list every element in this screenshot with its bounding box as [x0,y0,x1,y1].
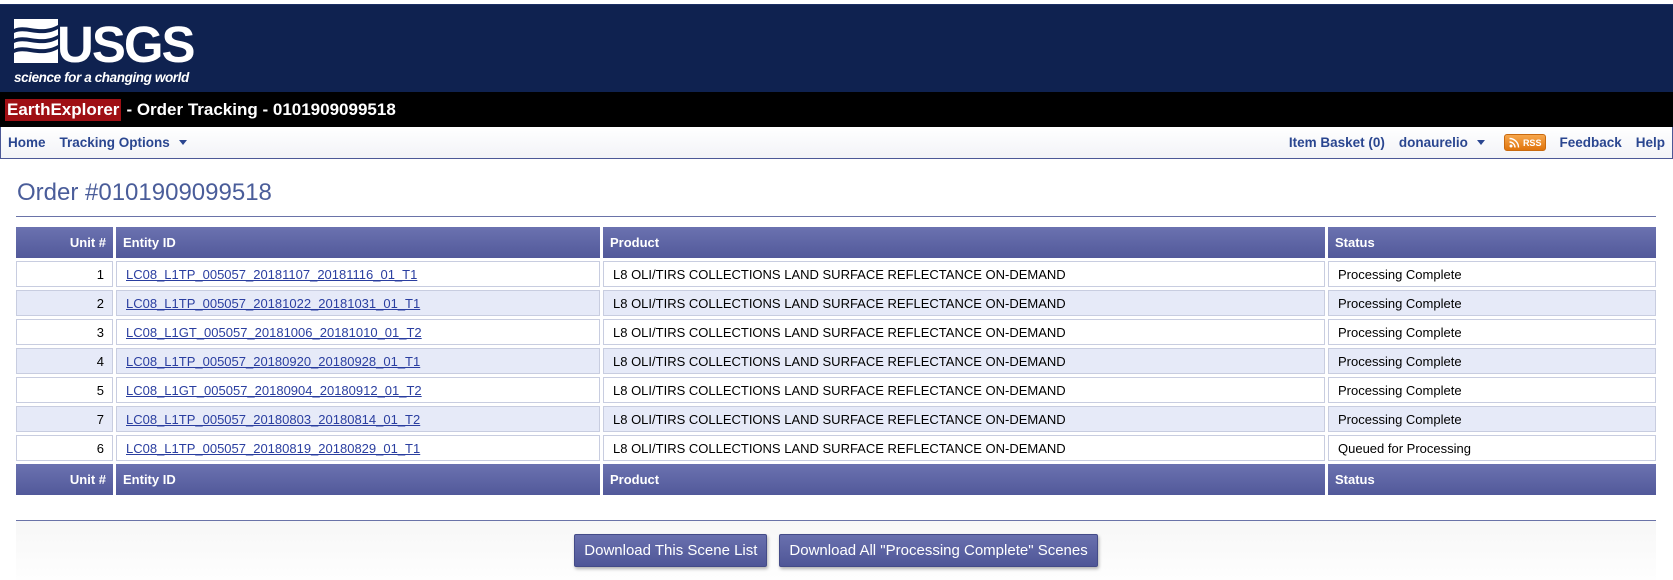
rss-icon [1509,137,1520,148]
download-all-complete-button[interactable]: Download All "Processing Complete" Scene… [779,534,1098,567]
table-row: 2 LC08_L1TP_005057_20181022_20181031_01_… [16,290,1656,316]
chevron-down-icon [178,140,187,145]
cell-entity-id: LC08_L1TP_005057_20181022_20181031_01_T1 [116,290,600,316]
table-footer-row: Unit # Entity ID Product Status [16,464,1656,495]
usgs-logo-text: USGS [57,16,195,67]
rss-label: RSS [1522,137,1542,148]
cell-status: Processing Complete [1328,261,1656,287]
usgs-wave-logo-icon: USGS [14,16,197,73]
menu-item-basket[interactable]: Item Basket (0) [1282,135,1392,150]
cell-unit: 5 [16,377,113,403]
table-row: 5 LC08_L1GT_005057_20180904_20180912_01_… [16,377,1656,403]
cell-product: L8 OLI/TIRS COLLECTIONS LAND SURFACE REF… [603,377,1325,403]
entity-link[interactable]: LC08_L1TP_005057_20181107_20181116_01_T1 [126,267,417,282]
cell-entity-id: LC08_L1GT_005057_20181006_20181010_01_T2 [116,319,600,345]
order-heading: Order #0101909099518 [16,159,1656,217]
cell-unit: 6 [16,435,113,461]
table-row: 1 LC08_L1TP_005057_20181107_20181116_01_… [16,261,1656,287]
entity-link[interactable]: LC08_L1TP_005057_20181022_20181031_01_T1 [126,296,420,311]
cell-product: L8 OLI/TIRS COLLECTIONS LAND SURFACE REF… [603,348,1325,374]
entity-link[interactable]: LC08_L1GT_005057_20180904_20180912_01_T2 [126,383,422,398]
table-row: 6 LC08_L1TP_005057_20180819_20180829_01_… [16,435,1656,461]
usgs-banner: USGS science for a changing world [0,4,1673,92]
logo-tagline: science for a changing world [14,70,189,85]
table-header-row: Unit # Entity ID Product Status [16,227,1656,258]
header-unit[interactable]: Unit # [16,227,113,258]
entity-link[interactable]: LC08_L1TP_005057_20180803_20180814_01_T2 [126,412,420,427]
cell-status: Processing Complete [1328,290,1656,316]
cell-entity-id: LC08_L1TP_005057_20180920_20180928_01_T1 [116,348,600,374]
download-actions: Download This Scene List Download All "P… [16,520,1656,580]
cell-status: Queued for Processing [1328,435,1656,461]
cell-status: Processing Complete [1328,377,1656,403]
cell-product: L8 OLI/TIRS COLLECTIONS LAND SURFACE REF… [603,319,1325,345]
cell-product: L8 OLI/TIRS COLLECTIONS LAND SURFACE REF… [603,406,1325,432]
cell-unit: 7 [16,406,113,432]
app-name[interactable]: EarthExplorer [5,98,122,121]
menu-user-label: donaurelio [1398,135,1468,150]
download-scene-list-button[interactable]: Download This Scene List [574,534,768,567]
table-row: 4 LC08_L1TP_005057_20180920_20180928_01_… [16,348,1656,374]
cell-status: Processing Complete [1328,348,1656,374]
cell-product: L8 OLI/TIRS COLLECTIONS LAND SURFACE REF… [603,290,1325,316]
menu-bar: Home Tracking Options Item Basket (0) do… [0,127,1673,159]
footer-entity-id: Entity ID [116,464,600,495]
table-row: 3 LC08_L1GT_005057_20181006_20181010_01_… [16,319,1656,345]
table-row: 7 LC08_L1TP_005057_20180803_20180814_01_… [16,406,1656,432]
menu-tracking-options-label: Tracking Options [59,135,170,150]
cell-unit: 3 [16,319,113,345]
header-status[interactable]: Status [1328,227,1656,258]
menu-home[interactable]: Home [1,135,53,150]
menu-user[interactable]: donaurelio [1392,135,1498,150]
cell-product: L8 OLI/TIRS COLLECTIONS LAND SURFACE REF… [603,435,1325,461]
cell-unit: 1 [16,261,113,287]
rss-button[interactable]: RSS [1503,134,1547,151]
cell-product: L8 OLI/TIRS COLLECTIONS LAND SURFACE REF… [603,261,1325,287]
usgs-logo[interactable]: USGS science for a changing world [14,15,197,87]
cell-status: Processing Complete [1328,319,1656,345]
entity-link[interactable]: LC08_L1TP_005057_20180920_20180928_01_T1 [126,354,420,369]
chevron-down-icon [1476,140,1485,145]
cell-entity-id: LC08_L1TP_005057_20180819_20180829_01_T1 [116,435,600,461]
header-product[interactable]: Product [603,227,1325,258]
footer-product: Product [603,464,1325,495]
footer-status: Status [1328,464,1656,495]
cell-unit: 4 [16,348,113,374]
main-content: Order #0101909099518 Unit # Entity ID Pr… [0,159,1673,580]
cell-entity-id: LC08_L1GT_005057_20180904_20180912_01_T2 [116,377,600,403]
page-title: - Order Tracking - 0101909099518 [126,99,396,119]
order-tracking-table: Unit # Entity ID Product Status 1 LC08_L… [13,224,1659,498]
menu-help[interactable]: Help [1629,135,1672,150]
cell-entity-id: LC08_L1TP_005057_20181107_20181116_01_T1 [116,261,600,287]
header-entity-id[interactable]: Entity ID [116,227,600,258]
entity-link[interactable]: LC08_L1GT_005057_20181006_20181010_01_T2 [126,325,422,340]
cell-unit: 2 [16,290,113,316]
entity-link[interactable]: LC08_L1TP_005057_20180819_20180829_01_T1 [126,441,420,456]
menu-feedback[interactable]: Feedback [1552,135,1628,150]
footer-unit: Unit # [16,464,113,495]
menu-tracking-options[interactable]: Tracking Options [53,135,200,150]
cell-status: Processing Complete [1328,406,1656,432]
cell-entity-id: LC08_L1TP_005057_20180803_20180814_01_T2 [116,406,600,432]
title-bar: EarthExplorer - Order Tracking - 0101909… [0,92,1673,127]
